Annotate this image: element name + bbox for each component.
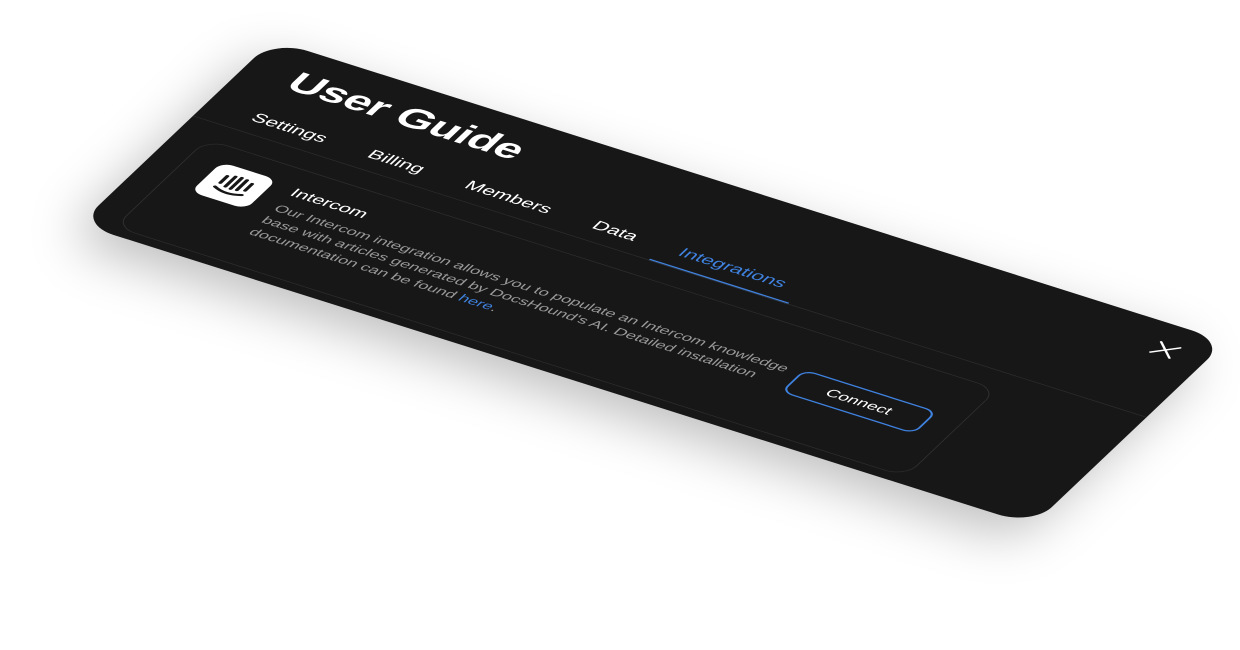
connect-button[interactable]: Connect — [780, 369, 938, 435]
integration-description: Our Intercom integration allows you to p… — [245, 202, 816, 406]
description-text: Our Intercom integration allows you to p… — [245, 202, 793, 380]
intercom-logo-icon — [190, 162, 278, 210]
tab-data[interactable]: Data — [576, 214, 650, 252]
user-guide-modal: User Guide Settings Billing Members Data… — [78, 40, 1227, 526]
tab-settings[interactable]: Settings — [235, 106, 339, 154]
tab-members[interactable]: Members — [449, 174, 564, 225]
close-button[interactable] — [1140, 336, 1191, 364]
close-icon — [1149, 341, 1182, 359]
stage: User Guide Settings Billing Members Data… — [0, 0, 1240, 650]
integration-card: Intercom Our Intercom integration allows… — [114, 138, 999, 478]
